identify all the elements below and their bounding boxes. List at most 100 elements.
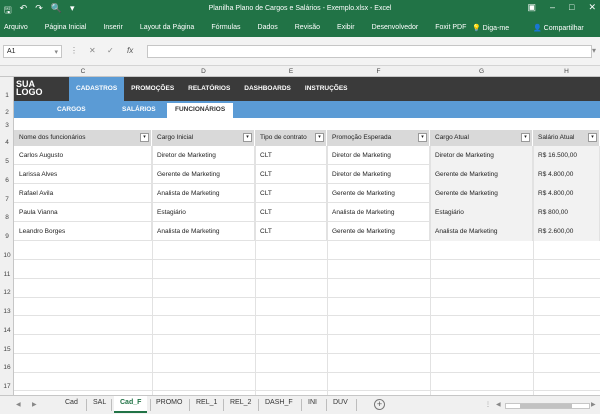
cell-salario[interactable]: R$ 4.800,00	[533, 184, 600, 203]
cell-nome[interactable]: Paula Vianna	[14, 203, 152, 222]
subnav-salarios[interactable]: SALÁRIOS	[122, 106, 156, 113]
sheet-tab-rel2[interactable]: REL_2	[230, 399, 251, 406]
tab-arquivo[interactable]: Arquivo	[4, 24, 28, 31]
nav-instrucoes[interactable]: INSTRUÇÕES	[298, 77, 355, 101]
cell-promocao[interactable]: Gerente de Marketing	[327, 222, 430, 241]
cell-nome[interactable]: Leandro Borges	[14, 222, 152, 241]
nav-relatorios[interactable]: RELATÓRIOS	[181, 77, 237, 101]
cell-promocao[interactable]: Analista de Marketing	[327, 203, 430, 222]
cell-tipo-contrato[interactable]: CLT	[255, 203, 327, 222]
row-header[interactable]: 11	[0, 271, 14, 278]
tab-foxit[interactable]: Foxit PDF	[435, 24, 466, 31]
cell-cargo-inicial[interactable]: Gerente de Marketing	[152, 165, 255, 184]
filter-dropdown-icon[interactable]: ▾	[315, 133, 324, 142]
tell-me-search[interactable]: 💡 Diga-me	[472, 24, 509, 32]
filter-dropdown-icon[interactable]: ▾	[140, 133, 149, 142]
cell-salario[interactable]: R$ 16.500,00	[533, 146, 600, 165]
cell-salario[interactable]: R$ 2.600,00	[533, 222, 600, 241]
maximize-icon[interactable]: □	[569, 2, 574, 13]
row-header[interactable]: 9	[0, 233, 14, 240]
cell-salario[interactable]: R$ 800,00	[533, 203, 600, 222]
row-header[interactable]: 2	[0, 109, 14, 116]
tab-layout[interactable]: Layout da Página	[140, 24, 195, 31]
cell-cargo-atual[interactable]: Gerente de Marketing	[430, 165, 533, 184]
cell-nome[interactable]: Carlos Augusto	[14, 146, 152, 165]
horizontal-scrollbar[interactable]	[505, 403, 590, 409]
row-header[interactable]: 16	[0, 364, 14, 371]
tab-formulas[interactable]: Fórmulas	[211, 24, 240, 31]
insert-function-icon[interactable]: fx	[127, 46, 133, 55]
more-options-icon[interactable]: ⋮	[485, 401, 491, 408]
sheet-tab-cad-f[interactable]: Cad_F	[114, 396, 148, 413]
cell-nome[interactable]: Larissa Alves	[14, 165, 152, 184]
cell-tipo-contrato[interactable]: CLT	[255, 184, 327, 203]
sheet-tab-cad[interactable]: Cad	[65, 399, 78, 406]
chevron-right-icon[interactable]: ▶	[32, 401, 37, 408]
cell-salario[interactable]: R$ 4.800,00	[533, 165, 600, 184]
row-header[interactable]: 14	[0, 327, 14, 334]
row-header[interactable]: 12	[0, 289, 14, 296]
tab-desenvolvedor[interactable]: Desenvolvedor	[372, 24, 419, 31]
row-header[interactable]: 13	[0, 308, 14, 315]
cell-nome[interactable]: Rafael Avila	[14, 184, 152, 203]
cell-tipo-contrato[interactable]: CLT	[255, 146, 327, 165]
nav-cadastros[interactable]: CADASTROS	[69, 77, 125, 101]
sheet-tab-rel1[interactable]: REL_1	[196, 399, 217, 406]
ribbon-display-icon[interactable]: ▣	[527, 2, 536, 13]
column-header[interactable]: C	[14, 68, 152, 75]
expand-formula-icon[interactable]: ▾	[592, 46, 596, 55]
filter-dropdown-icon[interactable]: ▾	[418, 133, 427, 142]
cell-cargo-inicial[interactable]: Analista de Marketing	[152, 184, 255, 203]
sheet-tab-dash-f[interactable]: DASH_F	[265, 399, 293, 406]
add-sheet-icon[interactable]: +	[374, 399, 385, 410]
filter-dropdown-icon[interactable]: ▾	[243, 133, 252, 142]
cell-promocao[interactable]: Diretor de Marketing	[327, 146, 430, 165]
sheet-tab-promo[interactable]: PROMO	[156, 399, 182, 406]
chevron-left-icon[interactable]: ◀	[16, 401, 21, 408]
sheet-tab-ini[interactable]: INI	[308, 399, 317, 406]
tab-inserir[interactable]: Inserir	[103, 24, 122, 31]
share-button[interactable]: 👤 Compartilhar	[533, 24, 584, 32]
filter-dropdown-icon[interactable]: ▾	[588, 133, 597, 142]
cancel-icon[interactable]: ✕	[89, 46, 96, 55]
sheet-tab-duv[interactable]: DUV	[333, 399, 348, 406]
row-header[interactable]: 8	[0, 214, 14, 221]
enter-icon[interactable]: ✓	[107, 46, 114, 55]
tab-revisao[interactable]: Revisão	[295, 24, 320, 31]
chevron-down-icon[interactable]: ▾	[54, 48, 58, 56]
sheet-tab-sal[interactable]: SAL	[93, 399, 106, 406]
nav-dashboards[interactable]: DASHBOARDS	[237, 77, 298, 101]
close-icon[interactable]: ✕	[588, 2, 596, 13]
row-header[interactable]: 15	[0, 346, 14, 353]
cell-cargo-inicial[interactable]: Diretor de Marketing	[152, 146, 255, 165]
scroll-right-icon[interactable]: ▶	[591, 401, 596, 408]
row-header[interactable]: 10	[0, 252, 14, 259]
row-header[interactable]: 17	[0, 383, 14, 390]
cell-cargo-inicial[interactable]: Analista de Marketing	[152, 222, 255, 241]
cell-tipo-contrato[interactable]: CLT	[255, 165, 327, 184]
column-header[interactable]: F	[327, 68, 430, 75]
cell-promocao[interactable]: Diretor de Marketing	[327, 165, 430, 184]
filter-dropdown-icon[interactable]: ▾	[521, 133, 530, 142]
row-header[interactable]: 1	[0, 92, 14, 99]
scroll-left-icon[interactable]: ◀	[496, 401, 501, 408]
cell-cargo-inicial[interactable]: Estagiário	[152, 203, 255, 222]
column-header[interactable]: H	[533, 68, 600, 75]
row-header[interactable]: 6	[0, 177, 14, 184]
row-header[interactable]: 4	[0, 139, 14, 146]
cell-cargo-atual[interactable]: Diretor de Marketing	[430, 146, 533, 165]
scrollbar-thumb[interactable]	[520, 404, 572, 408]
row-header[interactable]: 7	[0, 196, 14, 203]
tab-exibir[interactable]: Exibir	[337, 24, 355, 31]
column-header[interactable]: E	[255, 68, 327, 75]
subnav-funcionarios[interactable]: FUNCIONÁRIOS	[167, 103, 234, 118]
row-header[interactable]: 5	[0, 158, 14, 165]
tab-pagina-inicial[interactable]: Página Inicial	[45, 24, 87, 31]
cell-cargo-atual[interactable]: Estagiário	[430, 203, 533, 222]
subnav-cargos[interactable]: CARGOS	[57, 106, 86, 113]
column-header[interactable]: G	[430, 68, 533, 75]
minimize-icon[interactable]: –	[550, 2, 555, 13]
tab-dados[interactable]: Dados	[258, 24, 278, 31]
cell-cargo-atual[interactable]: Analista de Marketing	[430, 222, 533, 241]
column-header[interactable]: D	[152, 68, 255, 75]
